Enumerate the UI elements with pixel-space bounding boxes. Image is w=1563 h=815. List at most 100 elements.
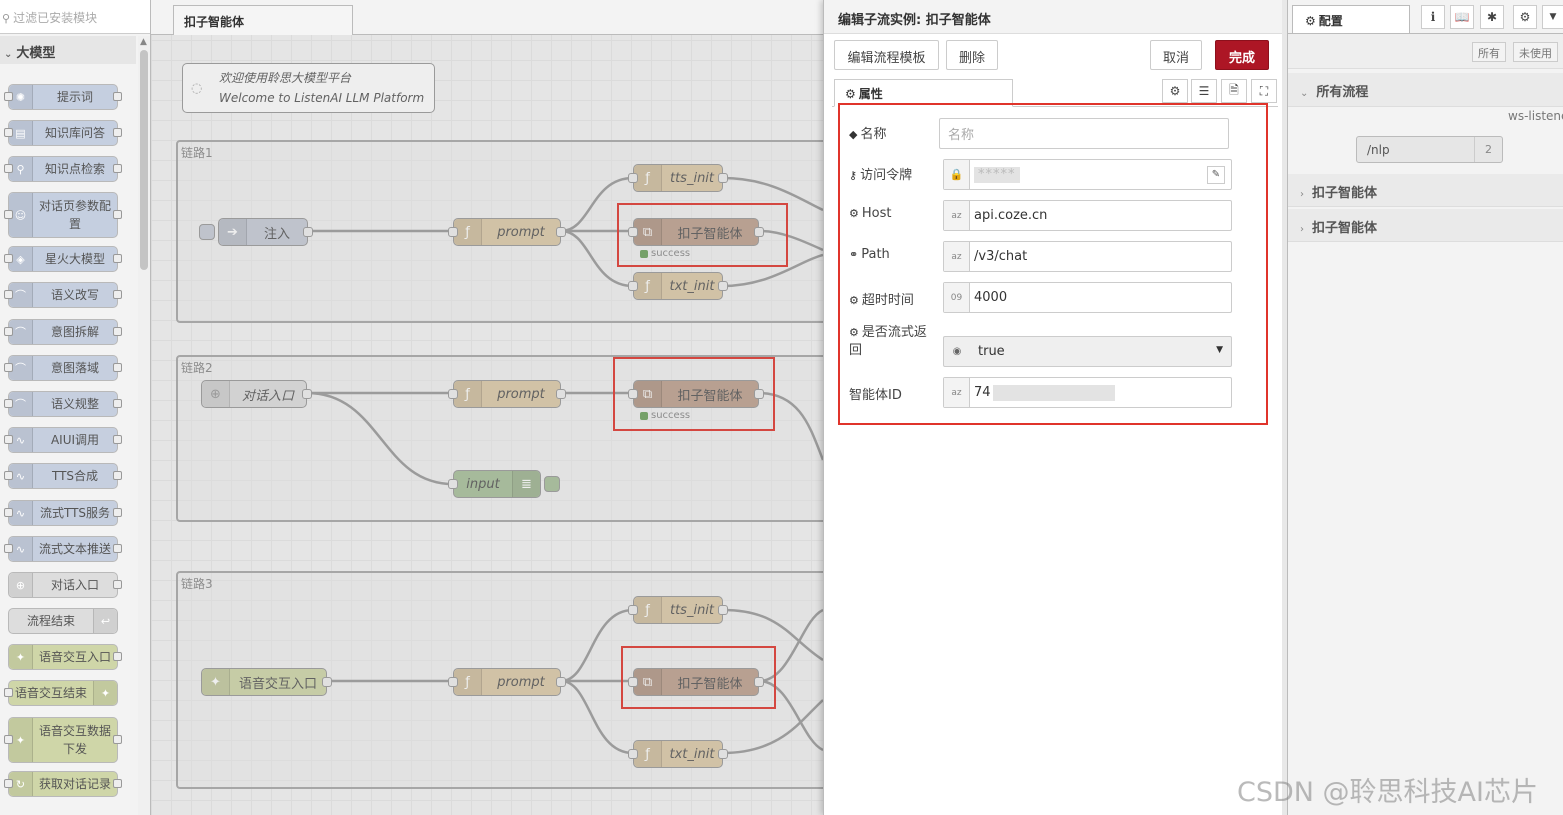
filter-unused-button[interactable]: 未使用 bbox=[1513, 42, 1558, 62]
palette-category-header[interactable]: ⌄ 大模型 bbox=[0, 36, 136, 64]
chevron-right-icon: › bbox=[1300, 224, 1304, 235]
debug-button[interactable]: ✱ bbox=[1480, 5, 1504, 29]
palette-node-label: 意图拆解 bbox=[50, 325, 99, 339]
palette-node-label: 语义规整 bbox=[50, 397, 99, 411]
palette-node[interactable]: ⌒ 意图拆解 bbox=[4, 319, 122, 345]
input-port bbox=[4, 688, 13, 697]
output-port bbox=[113, 779, 122, 788]
tab-description[interactable]: ☰ bbox=[1191, 79, 1217, 103]
palette-node[interactable]: ✦ 语音交互入口 bbox=[8, 644, 122, 670]
scrollbar-thumb[interactable] bbox=[140, 50, 148, 270]
watermark-text: CSDN @聆思科技AI芯片 bbox=[1237, 777, 1538, 808]
nlp-config-node[interactable]: /nlp 2 bbox=[1356, 136, 1503, 163]
gear-icon: ⚙ bbox=[1519, 10, 1531, 24]
cancel-button[interactable]: 取消 bbox=[1150, 40, 1202, 70]
tray-title: 编辑子流实例: 扣子智能体 bbox=[824, 0, 1282, 34]
palette-node[interactable]: ⌒ 语义规整 bbox=[4, 391, 122, 417]
palette-node[interactable]: ◈ 星火大模型 bbox=[4, 246, 122, 272]
search-icon: ⚲ bbox=[2, 12, 11, 25]
chevron-down-icon: ⌄ bbox=[4, 49, 13, 60]
palette-node[interactable]: ✦ 语音交互数据下发 bbox=[4, 717, 122, 763]
coze-agent-section-2[interactable]: › 扣子智能体 bbox=[1288, 209, 1563, 242]
output-port bbox=[113, 128, 122, 137]
palette-node[interactable]: 语音交互结束 ✦ bbox=[4, 680, 118, 706]
coze-agent-section-1[interactable]: › 扣子智能体 bbox=[1288, 174, 1563, 207]
palette-node-label: 意图落域 bbox=[50, 361, 99, 375]
info-icon: i bbox=[1430, 10, 1436, 24]
tab-settings-gear[interactable]: ⚙ bbox=[1162, 79, 1188, 103]
flow-workspace[interactable]: 扣子智能体 ◌ 欢迎使用聆思大模型平台 Welcome to ListenAI … bbox=[151, 0, 823, 815]
caret-down-icon: ▼ bbox=[1549, 12, 1557, 22]
sidebar-menu-button[interactable]: ▼ bbox=[1542, 5, 1563, 29]
palette-node[interactable]: ∿ 流式TTS服务 bbox=[4, 500, 122, 526]
frame-icon: ⛶ bbox=[1259, 83, 1269, 98]
palette-node[interactable]: ▤ 知识库问答 bbox=[4, 120, 122, 146]
palette-scrollbar[interactable]: ▲ bbox=[138, 36, 150, 815]
palette-node-label: 流式TTS服务 bbox=[39, 506, 111, 520]
done-button[interactable]: 完成 bbox=[1215, 40, 1269, 70]
output-port bbox=[113, 210, 122, 219]
palette-node[interactable]: ⚲ 知识点检索 bbox=[4, 156, 122, 182]
edit-template-button[interactable]: 编辑流程模板 bbox=[834, 40, 939, 70]
palette-node-label: 星火大模型 bbox=[44, 252, 105, 266]
output-port bbox=[113, 544, 122, 553]
palette-node-label: 语音交互结束 bbox=[14, 686, 87, 700]
gear-icon: ⚙ bbox=[1169, 84, 1181, 98]
puzzle-icon: ✦ bbox=[93, 681, 117, 705]
input-port bbox=[4, 435, 13, 444]
palette-node-label: AIUI调用 bbox=[50, 433, 100, 447]
list-icon: ☰ bbox=[1198, 84, 1210, 98]
output-port bbox=[113, 363, 122, 372]
gear-icon: ⚙ bbox=[845, 87, 856, 101]
filter-all-button[interactable]: 所有 bbox=[1472, 42, 1506, 62]
palette-node[interactable]: ☺ 对话页参数配置 bbox=[4, 192, 122, 238]
config-toolbar: 所有 未使用 bbox=[1288, 34, 1563, 69]
input-port bbox=[4, 399, 13, 408]
palette-node[interactable]: ∿ 流式文本推送 bbox=[4, 536, 122, 562]
chevron-right-icon: › bbox=[1300, 189, 1304, 200]
bug-icon: ✱ bbox=[1486, 10, 1498, 24]
input-port bbox=[4, 254, 13, 263]
input-port bbox=[4, 471, 13, 480]
info-button[interactable]: i bbox=[1421, 5, 1445, 29]
palette-node[interactable]: ⊕ 对话入口 bbox=[8, 572, 122, 598]
ws-config-item[interactable]: ws-listene bbox=[1508, 109, 1563, 123]
input-port bbox=[4, 327, 13, 336]
palette-search-input[interactable]: ⚲ 过滤已安装模块 bbox=[0, 0, 150, 34]
palette-node[interactable]: 流程结束 ↩ bbox=[8, 608, 118, 634]
input-port bbox=[4, 735, 13, 744]
input-port bbox=[4, 92, 13, 101]
book-icon: 📖 bbox=[1454, 10, 1470, 24]
highlight-box bbox=[838, 103, 1268, 425]
tab-document[interactable]: 🗎 bbox=[1221, 79, 1247, 103]
palette-node[interactable]: ✺ 提示词 bbox=[4, 84, 122, 110]
output-port bbox=[113, 735, 122, 744]
config-sidebar: ⚙ 配置 i 📖 ✱ ⚙ ▼ 所有 未使用 ⌄ 所有流程 ws-listene /n… bbox=[1287, 0, 1563, 815]
workspace-dim-overlay bbox=[151, 35, 823, 815]
enter-icon: ⊕ bbox=[9, 573, 33, 597]
tab-config[interactable]: ⚙ 配置 bbox=[1292, 5, 1410, 33]
input-port bbox=[4, 128, 13, 137]
palette-node[interactable]: ⌒ 语义改写 bbox=[4, 282, 122, 308]
output-port bbox=[113, 580, 122, 589]
input-port bbox=[4, 508, 13, 517]
gear-icon: ⚙ bbox=[1305, 14, 1316, 28]
palette-node[interactable]: ∿ AIUI调用 bbox=[4, 427, 122, 453]
output-port bbox=[113, 652, 122, 661]
help-button[interactable]: 📖 bbox=[1450, 5, 1474, 29]
settings-button[interactable]: ⚙ bbox=[1513, 5, 1537, 29]
palette-node-label: 对话入口 bbox=[50, 578, 99, 592]
tab-appearance[interactable]: ⛶ bbox=[1251, 79, 1277, 103]
input-port bbox=[4, 779, 13, 788]
delete-button[interactable]: 删除 bbox=[946, 40, 998, 70]
palette-node[interactable]: ↻ 获取对话记录 bbox=[4, 771, 122, 797]
palette-node[interactable]: ⌒ 意图落域 bbox=[4, 355, 122, 381]
palette-node-label: 知识库问答 bbox=[44, 126, 105, 140]
palette-node-label: 流程结束 bbox=[26, 614, 75, 628]
palette-node-label: 知识点检索 bbox=[44, 162, 105, 176]
output-port bbox=[113, 435, 122, 444]
all-flows-section[interactable]: ⌄ 所有流程 bbox=[1288, 73, 1563, 107]
palette-node-label: TTS合成 bbox=[51, 469, 99, 483]
exit-icon: ↩ bbox=[93, 609, 117, 633]
palette-node[interactable]: ∿ TTS合成 bbox=[4, 463, 122, 489]
